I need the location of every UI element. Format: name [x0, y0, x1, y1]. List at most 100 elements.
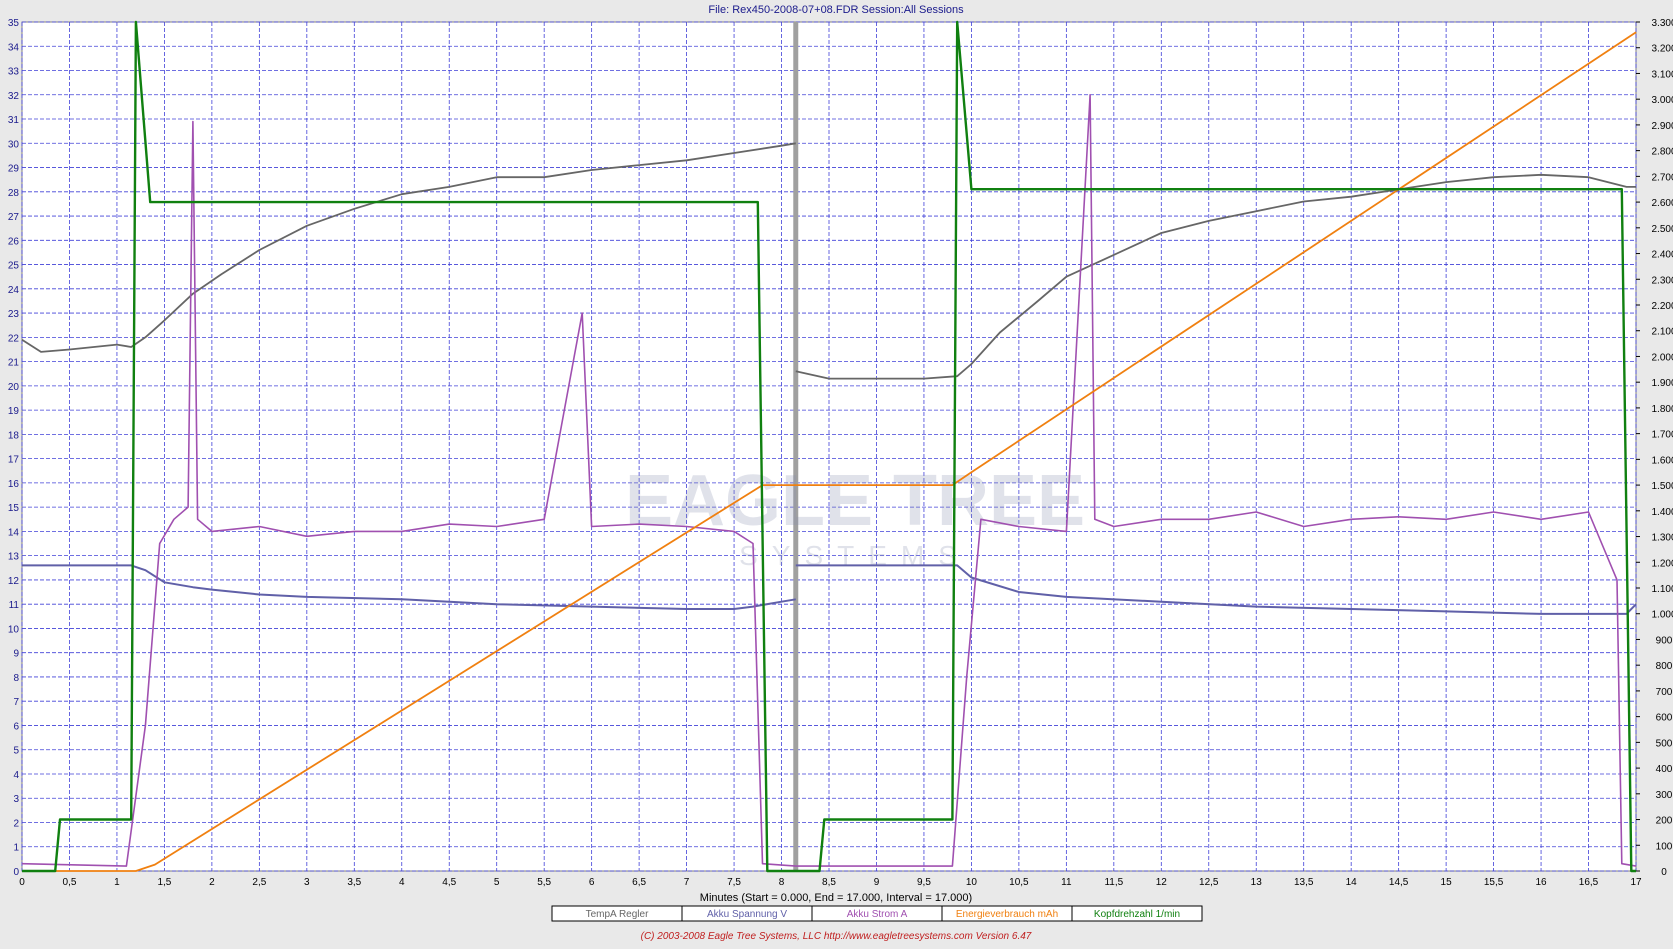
x-tick-label: 16	[1535, 877, 1547, 888]
y-right-tick-label: 100	[1656, 841, 1673, 852]
y-left-tick-label: 23	[8, 309, 20, 320]
y-left-tick-label: 7	[13, 697, 19, 708]
x-tick-label: 0	[19, 877, 25, 888]
y-right-tick-label: 2.000	[1651, 352, 1673, 363]
legend-item-label: Energieverbrauch mAh	[956, 909, 1058, 920]
y-right-tick-label: 800	[1656, 661, 1673, 672]
x-tick-label: 12,5	[1199, 877, 1219, 888]
x-tick-label: 8,5	[822, 877, 836, 888]
x-tick-label: 8	[779, 877, 785, 888]
x-tick-label: 12	[1156, 877, 1168, 888]
y-left-tick-label: 33	[8, 67, 20, 78]
x-tick-label: 4	[399, 877, 405, 888]
x-tick-label: 7,5	[727, 877, 741, 888]
x-tick-label: 0,5	[63, 877, 77, 888]
x-tick-label: 14,5	[1389, 877, 1409, 888]
x-axis-caption: Minutes (Start = 0.000, End = 17.000, In…	[700, 892, 972, 904]
y-left-tick-label: 2	[13, 818, 19, 829]
y-right-tick-label: 2.600	[1651, 198, 1673, 209]
y-left-tick-label: 32	[8, 91, 20, 102]
y-right-tick-label: 1.600	[1651, 455, 1673, 466]
y-right-tick-label: 3.000	[1651, 95, 1673, 106]
y-right-tick-label: 2.500	[1651, 224, 1673, 235]
y-right-tick-label: 300	[1656, 790, 1673, 801]
y-left-tick-label: 31	[8, 115, 20, 126]
y-right-tick-label: 200	[1656, 816, 1673, 827]
y-right-tick-label: 700	[1656, 687, 1673, 698]
y-left-tick-label: 11	[9, 600, 20, 611]
x-tick-label: 9	[874, 877, 880, 888]
y-right-tick-label: 900	[1656, 635, 1673, 646]
y-left-tick-label: 34	[8, 42, 20, 53]
x-tick-label: 4,5	[442, 877, 456, 888]
x-tick-label: 11	[1061, 877, 1072, 888]
y-left-tick-label: 16	[8, 479, 20, 490]
y-left-tick-label: 1	[13, 843, 19, 854]
legend-item-label: Kopfdrehzahl 1/min	[1094, 909, 1180, 920]
y-left-tick-label: 9	[13, 649, 19, 660]
y-right-tick-label: 2.700	[1651, 172, 1673, 183]
copyright-footer: (C) 2003-2008 Eagle Tree Systems, LLC ht…	[641, 931, 1032, 942]
y-left-tick-label: 13	[8, 552, 20, 563]
x-tick-label: 1	[114, 877, 120, 888]
y-left-tick-label: 17	[8, 455, 20, 466]
y-left-tick-label: 3	[13, 794, 19, 805]
y-right-tick-label: 400	[1656, 764, 1673, 775]
x-tick-label: 9,5	[917, 877, 931, 888]
y-left-tick-label: 15	[8, 503, 20, 514]
y-right-tick-label: 2.300	[1651, 275, 1673, 286]
y-right-tick-label: 600	[1656, 713, 1673, 724]
x-tick-label: 5	[494, 877, 500, 888]
x-tick-label: 3,5	[347, 877, 361, 888]
y-left-tick-label: 0	[13, 867, 19, 878]
y-left-tick-label: 19	[8, 406, 20, 417]
y-right-tick-label: 1.300	[1651, 533, 1673, 544]
x-tick-label: 14	[1346, 877, 1358, 888]
y-left-tick-label: 20	[8, 382, 20, 393]
y-right-tick-label: 2.200	[1651, 301, 1673, 312]
y-left-tick-label: 35	[8, 18, 20, 29]
y-right-tick-label: 2.900	[1651, 121, 1673, 132]
y-left-tick-label: 4	[13, 770, 19, 781]
x-tick-label: 17	[1630, 877, 1642, 888]
y-right-tick-label: 3.300	[1651, 18, 1673, 29]
y-right-tick-label: 3.200	[1651, 44, 1673, 55]
y-right-tick-label: 1.100	[1651, 584, 1673, 595]
y-left-tick-label: 5	[13, 746, 19, 757]
y-left-tick-label: 22	[8, 333, 20, 344]
y-left-tick-label: 10	[8, 624, 20, 635]
y-right-tick-label: 1.900	[1651, 378, 1673, 389]
y-right-tick-label: 1.800	[1651, 404, 1673, 415]
y-left-tick-label: 30	[8, 139, 20, 150]
x-tick-label: 6,5	[632, 877, 646, 888]
y-right-tick-label: 2.800	[1651, 147, 1673, 158]
x-tick-label: 7	[684, 877, 690, 888]
y-left-tick-label: 24	[8, 285, 20, 296]
y-right-tick-label: 1.200	[1651, 558, 1673, 569]
x-tick-label: 13	[1251, 877, 1263, 888]
y-left-tick-label: 26	[8, 236, 20, 247]
x-tick-label: 3	[304, 877, 310, 888]
y-right-tick-label: 1.700	[1651, 430, 1673, 441]
y-right-tick-label: 500	[1656, 738, 1673, 749]
y-left-tick-label: 29	[8, 164, 20, 175]
legend-item-label: Akku Spannung V	[707, 909, 787, 920]
chart-header-title: File: Rex450-2008-07+08.FDR Session:All …	[708, 4, 964, 16]
x-tick-label: 15	[1441, 877, 1453, 888]
y-left-tick-label: 21	[8, 358, 20, 369]
y-right-tick-label: 0	[1661, 867, 1667, 878]
x-tick-label: 13,5	[1294, 877, 1314, 888]
y-left-tick-label: 12	[8, 576, 20, 587]
y-right-tick-label: 1.400	[1651, 507, 1673, 518]
y-left-tick-label: 8	[13, 673, 19, 684]
x-tick-label: 11,5	[1104, 877, 1123, 888]
x-tick-label: 1,5	[157, 877, 171, 888]
y-right-tick-label: 1.500	[1651, 481, 1673, 492]
watermark-text: EAGLE TREE	[625, 461, 1085, 541]
y-right-tick-label: 1.000	[1651, 610, 1673, 621]
chart-window: File: Rex450-2008-07+08.FDR Session:All …	[0, 0, 1673, 944]
x-tick-label: 10,5	[1009, 877, 1029, 888]
x-tick-label: 16,5	[1579, 877, 1599, 888]
y-left-tick-label: 18	[8, 430, 20, 441]
y-right-tick-label: 2.400	[1651, 250, 1673, 261]
